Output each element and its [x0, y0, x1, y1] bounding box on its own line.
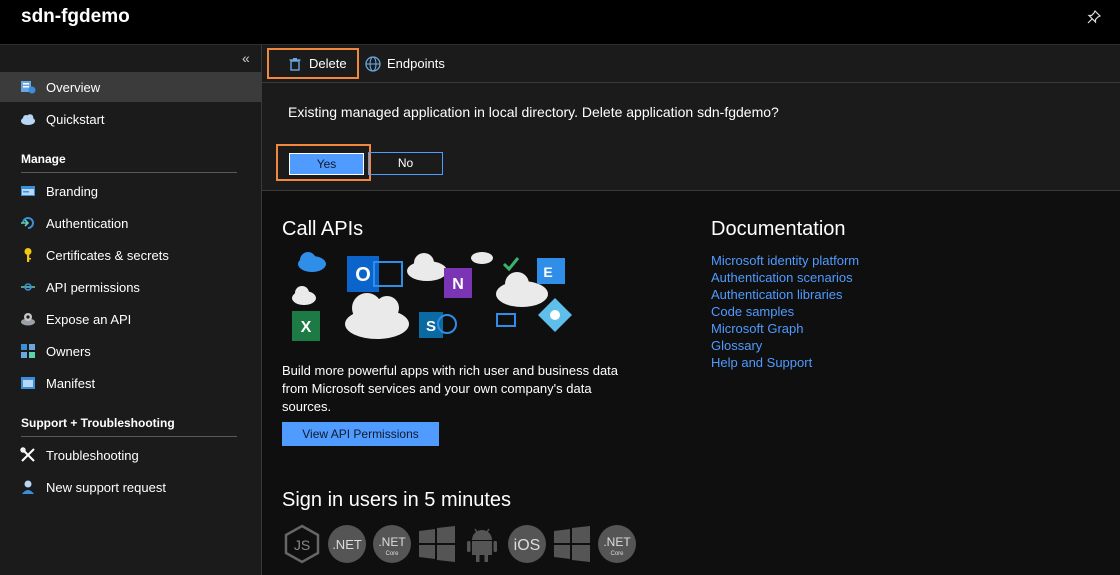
sidebar-item-api-permissions[interactable]: API permissions	[0, 272, 261, 302]
no-button[interactable]: No	[368, 152, 443, 175]
top-bar: sdn-fgdemo	[0, 0, 1120, 45]
sidebar-item-label: New support request	[46, 479, 166, 495]
support-person-icon	[20, 479, 36, 495]
sidebar-item-quickstart[interactable]: Quickstart	[0, 104, 261, 134]
windows-icon[interactable]	[417, 524, 457, 564]
trash-icon	[287, 56, 303, 72]
microsoft-services-illustration-icon: O N X S E	[292, 252, 572, 341]
sidebar-item-manifest[interactable]: Manifest	[0, 368, 261, 398]
sidebar-item-owners[interactable]: Owners	[0, 336, 261, 366]
divider	[21, 436, 237, 437]
doc-link-auth-scenarios[interactable]: Authentication scenarios	[711, 269, 859, 286]
doc-link-glossary[interactable]: Glossary	[711, 337, 859, 354]
sidebar-item-label: Owners	[46, 343, 91, 359]
gear-cloud-icon	[20, 311, 36, 327]
svg-text:S: S	[426, 318, 436, 335]
sidebar-item-troubleshooting[interactable]: Troubleshooting	[0, 440, 261, 470]
dotnet-core-sub: Core	[610, 551, 624, 557]
ios-icon[interactable]: iOS	[507, 524, 547, 564]
call-apis-title: Call APIs	[282, 218, 364, 240]
yes-button[interactable]: Yes	[289, 153, 364, 175]
globe-icon	[365, 55, 381, 72]
android-icon[interactable]	[462, 524, 502, 564]
svg-text:N: N	[452, 276, 464, 293]
windows-icon[interactable]	[552, 524, 592, 564]
doc-link-help-support[interactable]: Help and Support	[711, 354, 859, 371]
sidebar-item-label: Authentication	[46, 215, 129, 231]
ios-text: iOS	[514, 537, 541, 554]
delete-label: Delete	[309, 56, 347, 71]
sidebar-item-label: Manifest	[46, 375, 96, 391]
manage-section-title: Manage	[21, 152, 66, 166]
quickstart-cloud-icon	[20, 111, 36, 127]
dotnet-core-icon[interactable]: .NET Core	[372, 524, 412, 564]
overview-icon	[20, 79, 36, 95]
svg-text:O: O	[355, 264, 371, 286]
owners-icon	[20, 343, 36, 359]
delete-button[interactable]: Delete	[267, 48, 359, 79]
svg-text:E: E	[543, 264, 552, 280]
command-bar: Delete Endpoints	[262, 45, 1120, 83]
key-icon	[20, 247, 36, 263]
doc-link-auth-libraries[interactable]: Authentication libraries	[711, 286, 859, 303]
dotnet-text: .NET	[332, 537, 362, 552]
wrench-icon	[20, 447, 36, 463]
sidebar-item-label: Overview	[46, 79, 101, 95]
doc-link-microsoft-graph[interactable]: Microsoft Graph	[711, 320, 859, 337]
support-section-title: Support + Troubleshooting	[21, 416, 175, 430]
dotnet-core-text: .NET	[603, 535, 631, 549]
confirmation-message: Existing managed application in local di…	[288, 104, 779, 120]
yes-highlight: Yes	[276, 144, 371, 181]
api-permissions-icon	[20, 279, 36, 295]
doc-link-identity-platform[interactable]: Microsoft identity platform	[711, 252, 859, 269]
delete-confirmation-panel: Existing managed application in local di…	[262, 83, 1120, 191]
sidebar-item-certificates[interactable]: Certificates & secrets	[0, 240, 261, 270]
call-apis-description: Build more powerful apps with rich user …	[282, 363, 619, 414]
authentication-icon	[20, 215, 36, 231]
documentation-links: Microsoft identity platform Authenticati…	[711, 252, 859, 371]
sidebar-item-label: Certificates & secrets	[46, 247, 169, 263]
endpoints-button[interactable]: Endpoints	[363, 48, 445, 79]
platform-icons: JS .NET .NET Core iOS .NET Core	[282, 524, 642, 564]
endpoints-label: Endpoints	[387, 56, 445, 71]
pin-icon[interactable]	[1086, 9, 1102, 25]
sidebar-item-label: Troubleshooting	[46, 447, 139, 463]
sidebar: « Overview Quickstart Manage Branding Au…	[0, 45, 262, 575]
doc-link-code-samples[interactable]: Code samples	[711, 303, 859, 320]
sidebar-item-label: Branding	[46, 183, 99, 199]
sidebar-item-expose-api[interactable]: Expose an API	[0, 304, 261, 334]
dotnet-core-text: .NET	[378, 535, 406, 549]
branding-icon	[20, 183, 36, 199]
sidebar-item-label: Quickstart	[46, 111, 105, 127]
dotnet-icon[interactable]: .NET	[327, 524, 367, 564]
app-title: sdn-fgdemo	[21, 6, 130, 27]
nodejs-icon[interactable]: JS	[282, 524, 322, 564]
divider	[21, 172, 237, 173]
dotnet-core-sub: Core	[385, 551, 399, 557]
documentation-title: Documentation	[711, 218, 846, 240]
sidebar-item-label: Expose an API	[46, 311, 132, 327]
sidebar-item-label: API permissions	[46, 279, 140, 295]
sidebar-item-overview[interactable]: Overview	[0, 72, 261, 102]
dotnet-core-icon[interactable]: .NET Core	[597, 524, 637, 564]
manifest-icon	[20, 375, 36, 391]
sidebar-item-new-support-request[interactable]: New support request	[0, 472, 261, 502]
view-api-permissions-button[interactable]: View API Permissions	[282, 422, 439, 446]
svg-text:X: X	[301, 319, 312, 336]
sign-in-title: Sign in users in 5 minutes	[282, 489, 512, 511]
nodejs-text: JS	[294, 537, 310, 553]
sidebar-item-branding[interactable]: Branding	[0, 176, 261, 206]
main-content: Call APIs O N X S E Build more powerful …	[262, 192, 1120, 575]
collapse-sidebar-icon[interactable]: «	[242, 50, 250, 66]
sidebar-item-authentication[interactable]: Authentication	[0, 208, 261, 238]
